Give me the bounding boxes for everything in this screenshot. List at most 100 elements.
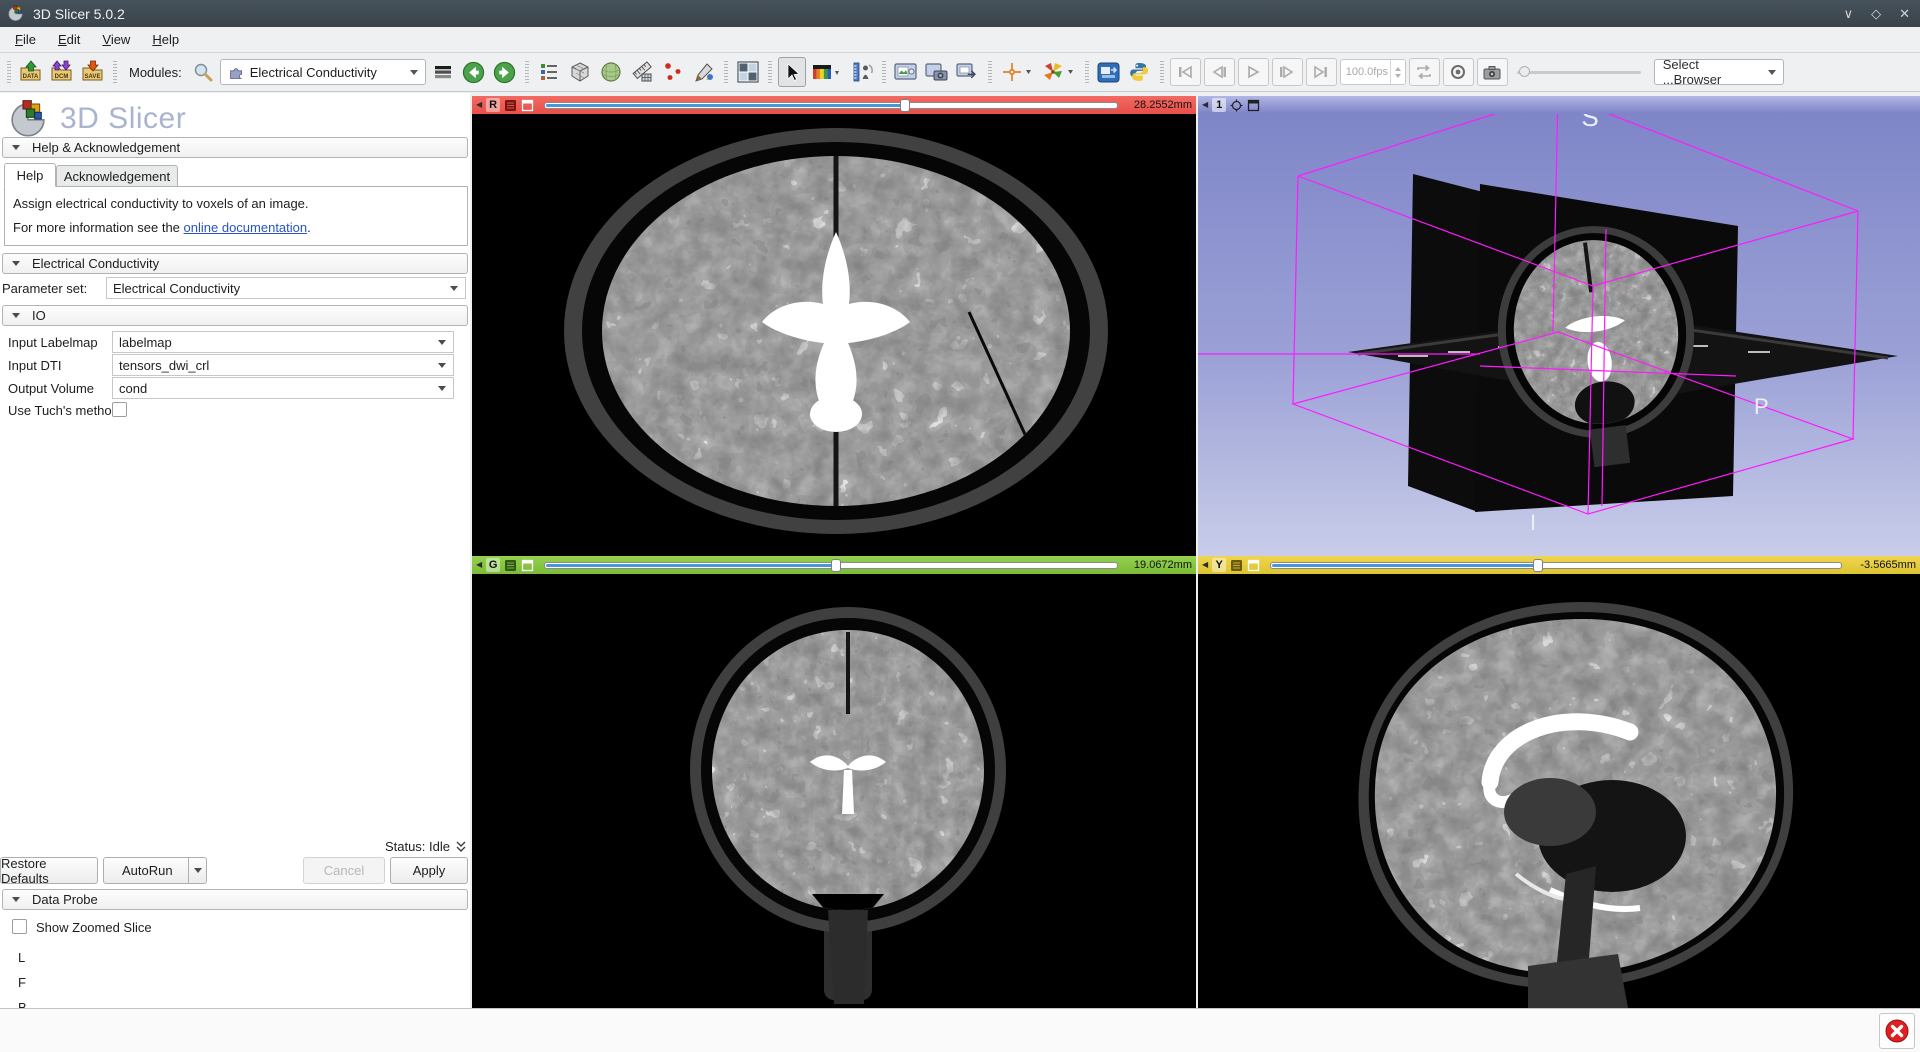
menu-edit[interactable]: Edit: [47, 28, 91, 51]
brand-title: 3D Slicer: [60, 102, 186, 136]
load-data-button[interactable]: DATA: [17, 57, 45, 87]
sequence-next-frame-button[interactable]: [1272, 58, 1303, 86]
pin-icon[interactable]: ◀: [1202, 101, 1208, 109]
close-icon[interactable]: ✕: [1899, 6, 1910, 22]
models-module-button[interactable]: [597, 57, 625, 87]
sagittal-slice-image[interactable]: [1198, 574, 1920, 1008]
screenshot-button[interactable]: [892, 57, 920, 87]
input-labelmap-combobox[interactable]: labelmap: [112, 331, 454, 353]
mouse-interaction-button[interactable]: [778, 57, 806, 87]
module-search-button[interactable]: [189, 57, 217, 87]
annotations-module-button[interactable]: [690, 57, 718, 87]
menu-view[interactable]: View: [91, 28, 141, 51]
red-slice-offset: 28.2552mm: [1128, 99, 1192, 111]
layout-selector-button[interactable]: [734, 57, 762, 87]
sequence-previous-frame-button[interactable]: [1204, 58, 1235, 86]
slice-menu-icon[interactable]: [504, 99, 517, 112]
brand-header: 3D Slicer: [8, 99, 186, 139]
slider-knob[interactable]: [1519, 66, 1530, 77]
load-dicom-button[interactable]: DCM: [48, 57, 76, 87]
sequence-loop-button[interactable]: [1409, 58, 1440, 86]
save-button[interactable]: SAVE: [79, 57, 107, 87]
yellow-slider-handle[interactable]: [1533, 559, 1543, 572]
restore-defaults-button[interactable]: Restore Defaults: [0, 857, 98, 884]
threeD-scene[interactable]: S P I: [1198, 114, 1920, 556]
slice-link-icon[interactable]: [521, 99, 534, 112]
sequence-play-button[interactable]: [1238, 58, 1269, 86]
slice-link-icon[interactable]: [1247, 559, 1260, 572]
extensions-manager-button[interactable]: [1095, 57, 1123, 87]
scene-view-capture-button[interactable]: [923, 57, 951, 87]
crosshair-button[interactable]: [998, 57, 1036, 87]
coronal-slice-image[interactable]: [472, 574, 1196, 1008]
yellow-slice-view[interactable]: ◀ Y -3.5665mm: [1198, 556, 1920, 1008]
parameter-set-combobox[interactable]: Electrical Conductivity: [106, 277, 466, 299]
pencil-icon: [693, 61, 715, 83]
module-back-button[interactable]: [460, 57, 488, 87]
slice-menu-icon[interactable]: [504, 559, 517, 572]
pin-icon[interactable]: ◀: [1202, 561, 1208, 569]
slice-link-icon[interactable]: [521, 559, 534, 572]
output-volume-combobox[interactable]: cond: [112, 377, 454, 399]
units-button[interactable]: [848, 57, 876, 87]
slice-menu-icon[interactable]: [1230, 559, 1243, 572]
green-slice-slider[interactable]: [544, 558, 1118, 572]
show-zoomed-slice-checkbox[interactable]: [12, 919, 27, 934]
error-log-button[interactable]: [1879, 1013, 1915, 1049]
sequence-record-button[interactable]: [1443, 58, 1474, 86]
menu-file[interactable]: File: [4, 28, 47, 51]
python-console-button[interactable]: [1126, 57, 1154, 87]
red-slice-slider[interactable]: [544, 98, 1118, 112]
double-chevron-icon[interactable]: [456, 841, 466, 853]
autorun-button[interactable]: AutoRun: [103, 857, 207, 884]
scene-restore-icon: [956, 62, 979, 82]
fps-spinbox[interactable]: 100.0fps: [1340, 59, 1406, 85]
sequence-last-frame-button[interactable]: [1306, 58, 1337, 86]
modules-combobox[interactable]: Electrical Conductivity: [220, 59, 426, 85]
place-markup-button[interactable]: [1039, 57, 1079, 87]
tab-help[interactable]: Help: [4, 163, 56, 187]
module-forward-button[interactable]: [491, 57, 519, 87]
fps-spinner[interactable]: [1390, 60, 1405, 84]
input-dti-combobox[interactable]: tensors_dwi_crl: [112, 354, 454, 376]
toolbar-handle: [1085, 61, 1089, 83]
threeD-view-label: 1: [1212, 98, 1226, 112]
minimize-icon[interactable]: ∨: [1844, 6, 1854, 22]
center-view-icon[interactable]: [1230, 99, 1243, 112]
sequence-seek-slider[interactable]: [1517, 62, 1641, 82]
pin-icon[interactable]: ◀: [476, 561, 482, 569]
tab-acknowledgement[interactable]: Acknowledgement: [56, 165, 178, 187]
data-probe-section-header[interactable]: Data Probe: [2, 889, 468, 910]
apply-button[interactable]: Apply: [390, 857, 468, 884]
view-window-icon[interactable]: [1247, 99, 1260, 112]
window-level-button[interactable]: [809, 57, 845, 87]
module-section-header[interactable]: Electrical Conductivity: [2, 253, 468, 274]
green-slider-handle[interactable]: [831, 559, 841, 572]
io-section-header[interactable]: IO: [2, 305, 468, 326]
red-slider-handle[interactable]: [900, 99, 910, 112]
green-slice-view[interactable]: ◀ G 19.0672mm: [472, 556, 1196, 1008]
autorun-menu-button[interactable]: [188, 858, 206, 883]
sequence-browser-combobox[interactable]: Select ...Browser: [1654, 59, 1784, 85]
threeD-view[interactable]: ◀ 1: [1198, 96, 1920, 556]
markups-module-button[interactable]: [659, 57, 687, 87]
axial-slice-image[interactable]: [472, 114, 1196, 556]
cancel-button[interactable]: Cancel: [303, 857, 385, 884]
sequence-snapshot-button[interactable]: [1477, 58, 1508, 86]
data-module-button[interactable]: [566, 57, 594, 87]
help-section-header[interactable]: Help & Acknowledgement: [2, 137, 468, 158]
tuch-method-checkbox[interactable]: [112, 402, 127, 417]
red-slice-view[interactable]: ◀ R 28.2552mm: [472, 96, 1196, 556]
screen-capture-icon: [894, 62, 917, 82]
menu-help[interactable]: Help: [141, 28, 190, 51]
yellow-slice-slider[interactable]: [1270, 558, 1842, 572]
maximize-icon[interactable]: ◇: [1871, 6, 1881, 22]
sequence-first-frame-button[interactable]: [1170, 58, 1201, 86]
online-documentation-link[interactable]: online documentation: [184, 220, 308, 235]
volumes-module-button[interactable]: [628, 57, 656, 87]
scene-view-restore-button[interactable]: [954, 57, 982, 87]
pin-icon[interactable]: ◀: [476, 101, 482, 109]
favorite-module-list-button[interactable]: [535, 57, 563, 87]
tuch-method-label: Use Tuch's method: [8, 403, 119, 418]
module-history-button[interactable]: [429, 57, 457, 87]
